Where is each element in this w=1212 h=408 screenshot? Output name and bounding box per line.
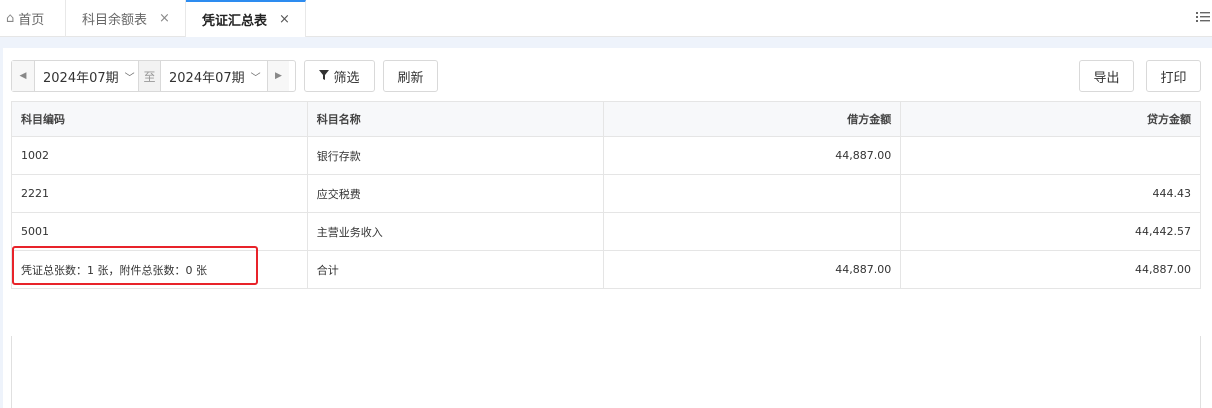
list-menu-icon[interactable]	[1196, 10, 1212, 26]
table-row[interactable]: 5001 主营业务收入 44,442.57	[11, 212, 1201, 251]
chevron-down-icon: ﹀	[124, 72, 135, 84]
header-credit-amount[interactable]: 贷方金额	[900, 101, 1201, 137]
home-icon: ⌂	[6, 11, 15, 26]
total-debit: 44,887.00	[603, 250, 902, 289]
period-end-select[interactable]: 2024年07期 ﹀	[160, 61, 267, 91]
print-label: 打印	[1160, 70, 1187, 86]
cell-credit: 44,442.57	[900, 212, 1201, 251]
cell-subject-name: 主营业务收入	[306, 212, 605, 251]
header-subject-code[interactable]: 科目编码	[11, 101, 308, 137]
annotation-highlight-box	[12, 246, 258, 285]
prev-period-button[interactable]: ◀	[12, 61, 34, 91]
filter-label: 筛选	[333, 70, 360, 86]
tab-voucher-summary-label: 凭证汇总表	[202, 14, 268, 29]
total-credit: 44,887.00	[900, 250, 1201, 289]
refresh-button[interactable]: 刷新	[383, 60, 438, 92]
table-header-row: 科目编码 科目名称 借方金额 贷方金额	[11, 101, 1201, 137]
cell-subject-code: 2221	[11, 174, 308, 213]
close-icon[interactable]: ×	[279, 12, 290, 27]
next-period-button[interactable]: ▶	[267, 61, 289, 91]
export-button[interactable]: 导出	[1079, 60, 1134, 92]
total-label: 合计	[306, 250, 605, 289]
period-end-value: 2024年07期	[169, 70, 245, 86]
cell-credit: 444.43	[900, 174, 1201, 213]
table-row[interactable]: 1002 银行存款 44,887.00	[11, 136, 1201, 175]
filter-icon	[319, 69, 330, 84]
header-subject-name[interactable]: 科目名称	[306, 101, 605, 137]
header-debit-amount[interactable]: 借方金额	[603, 101, 902, 137]
tab-bar: ⌂ 首页 科目余额表 × 凭证汇总表 ×	[0, 0, 1212, 37]
close-icon[interactable]: ×	[159, 11, 170, 26]
table-empty-area	[11, 336, 1201, 408]
cell-debit	[603, 174, 902, 213]
cell-subject-code: 5001	[11, 212, 308, 251]
tab-voucher-summary[interactable]: 凭证汇总表 ×	[186, 0, 306, 37]
period-start-value: 2024年07期	[43, 70, 119, 86]
print-button[interactable]: 打印	[1146, 60, 1201, 92]
cell-debit	[603, 212, 902, 251]
cell-subject-name: 银行存款	[306, 136, 605, 175]
tab-home[interactable]: ⌂ 首页	[0, 0, 66, 37]
tab-home-label: 首页	[18, 13, 45, 28]
refresh-label: 刷新	[397, 70, 424, 86]
tab-subject-balance[interactable]: 科目余额表 ×	[66, 0, 186, 37]
chevron-down-icon: ﹀	[250, 72, 261, 84]
filter-button[interactable]: 筛选	[304, 60, 375, 92]
export-label: 导出	[1093, 70, 1120, 86]
caret-left-icon: ◀	[19, 71, 27, 81]
caret-right-icon: ▶	[275, 71, 282, 81]
cell-subject-code: 1002	[11, 136, 308, 175]
cell-debit: 44,887.00	[603, 136, 902, 175]
cell-credit	[900, 136, 1201, 175]
report-panel: ◀ 2024年07期 ﹀ 至 2024年07期 ﹀ ▶ 筛选 刷新 导出 打印 …	[3, 48, 1212, 408]
period-start-select[interactable]: 2024年07期 ﹀	[34, 61, 138, 91]
cell-subject-name: 应交税费	[306, 174, 605, 213]
period-to-label: 至	[138, 61, 160, 91]
table-row[interactable]: 2221 应交税费 444.43	[11, 174, 1201, 213]
period-range-selector: ◀ 2024年07期 ﹀ 至 2024年07期 ﹀ ▶	[11, 60, 296, 92]
content-area: ◀ 2024年07期 ﹀ 至 2024年07期 ﹀ ▶ 筛选 刷新 导出 打印 …	[0, 37, 1212, 408]
tab-subject-balance-label: 科目余额表	[82, 13, 148, 28]
